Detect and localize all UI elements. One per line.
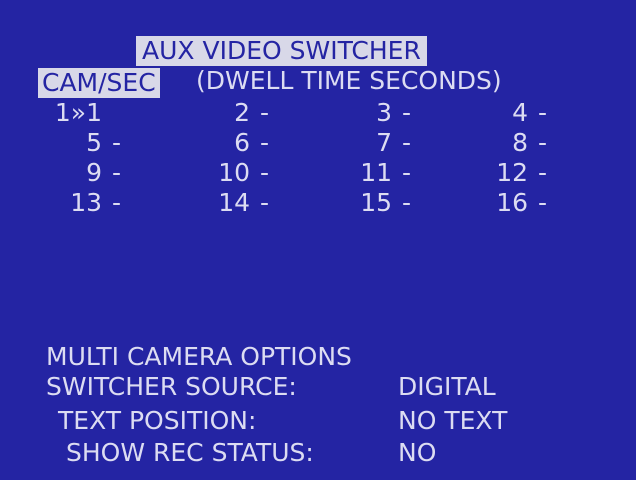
option-value[interactable]: NO: [398, 438, 436, 468]
dwell-time-caption: (DWELL TIME SECONDS): [196, 66, 502, 95]
dwell-time-value[interactable]: -: [112, 128, 121, 158]
multi-camera-options-title: MULTI CAMERA OPTIONS: [46, 342, 352, 371]
camera-entry[interactable]: 3-: [336, 98, 456, 128]
camera-entry[interactable]: 2-: [194, 98, 314, 128]
camera-entry[interactable]: 16-: [472, 188, 592, 218]
camera-entry[interactable]: 10-: [194, 158, 314, 188]
dwell-time-value[interactable]: -: [538, 128, 547, 158]
camera-number: 4: [512, 98, 528, 127]
camera-entry[interactable]: 1»1: [46, 98, 166, 128]
dwell-time-value[interactable]: -: [538, 98, 547, 128]
cam-sec-label[interactable]: CAM/SEC: [38, 68, 160, 98]
camera-number: 8: [512, 128, 528, 157]
camera-number: 6: [234, 128, 250, 157]
camera-number: 14: [218, 188, 250, 217]
camera-number: 13: [70, 188, 102, 217]
menu-title: AUX VIDEO SWITCHER: [136, 36, 427, 66]
dwell-time-value[interactable]: -: [260, 188, 269, 218]
camera-number: 2: [234, 98, 250, 127]
camera-entry[interactable]: 8-: [472, 128, 592, 158]
dwell-time-value[interactable]: -: [538, 188, 547, 218]
camera-number: 7: [376, 128, 392, 157]
dwell-time-value[interactable]: -: [112, 188, 121, 218]
camera-entry[interactable]: 14-: [194, 188, 314, 218]
option-label: SHOW REC STATUS:: [66, 438, 314, 467]
dwell-time-value[interactable]: -: [402, 188, 411, 218]
dwell-time-value[interactable]: -: [112, 158, 121, 188]
dwell-time-value[interactable]: -: [402, 128, 411, 158]
dwell-time-value[interactable]: -: [260, 98, 269, 128]
camera-entry[interactable]: 7-: [336, 128, 456, 158]
camera-number: 1»1: [54, 98, 102, 127]
camera-number: 9: [86, 158, 102, 187]
camera-entry[interactable]: 11-: [336, 158, 456, 188]
dwell-time-value[interactable]: -: [402, 158, 411, 188]
camera-number: 12: [496, 158, 528, 187]
camera-number: 10: [218, 158, 250, 187]
option-label: SWITCHER SOURCE:: [46, 372, 297, 401]
dwell-time-value[interactable]: -: [260, 128, 269, 158]
dwell-time-value[interactable]: -: [402, 98, 411, 128]
camera-entry[interactable]: 15-: [336, 188, 456, 218]
camera-number: 15: [360, 188, 392, 217]
camera-number: 5: [86, 128, 102, 157]
camera-number: 11: [360, 158, 392, 187]
camera-number: 3: [376, 98, 392, 127]
camera-entry[interactable]: 6-: [194, 128, 314, 158]
option-value[interactable]: NO TEXT: [398, 406, 507, 436]
option-value[interactable]: DIGITAL: [398, 372, 496, 402]
camera-entry[interactable]: 9-: [46, 158, 166, 188]
camera-entry[interactable]: 4-: [472, 98, 592, 128]
camera-entry[interactable]: 5-: [46, 128, 166, 158]
camera-entry[interactable]: 12-: [472, 158, 592, 188]
dwell-time-value[interactable]: -: [538, 158, 547, 188]
aux-video-switcher-screen: AUX VIDEO SWITCHER CAM/SEC (DWELL TIME S…: [0, 0, 636, 480]
camera-number: 16: [496, 188, 528, 217]
option-label: TEXT POSITION:: [58, 406, 257, 435]
camera-entry[interactable]: 13-: [46, 188, 166, 218]
dwell-time-value[interactable]: -: [260, 158, 269, 188]
